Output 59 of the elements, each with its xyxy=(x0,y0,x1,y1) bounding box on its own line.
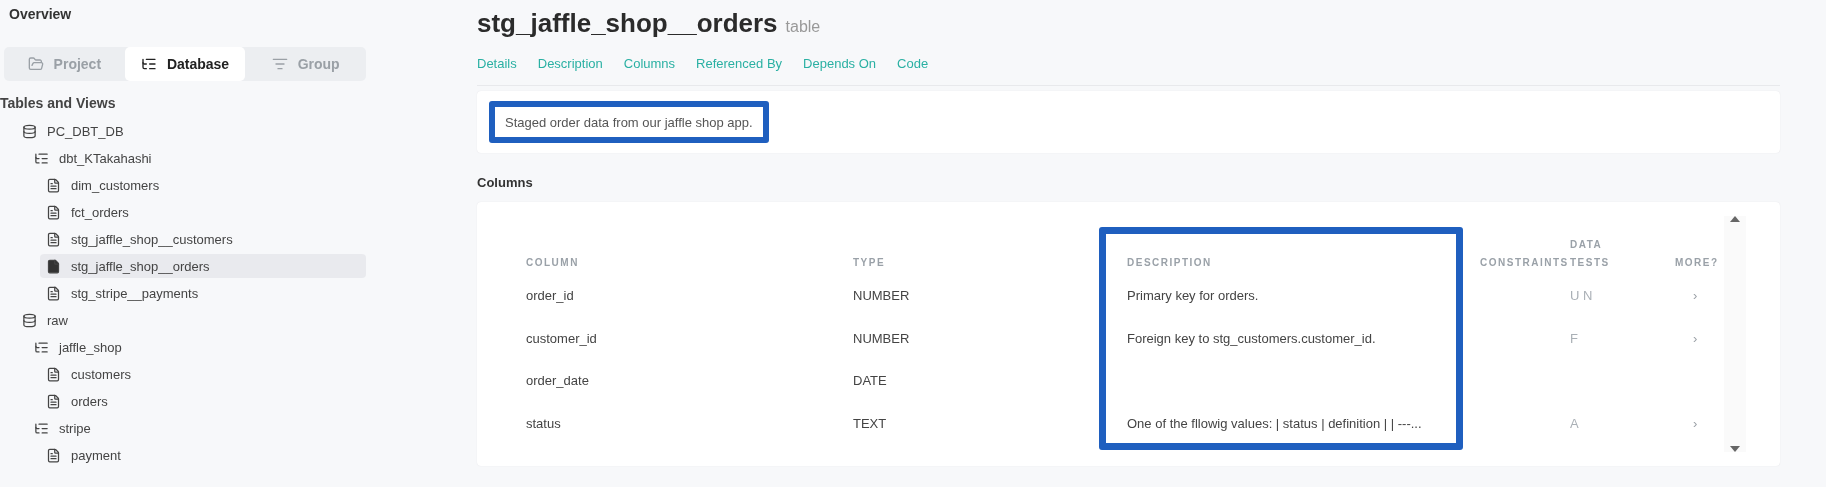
table-cell-text: One of the fllowig values: | status | definition | | ---... xyxy=(1127,415,1423,431)
table-cell-text: TEXT xyxy=(853,415,888,431)
tree-item[interactable]: stripe xyxy=(28,416,366,440)
column-header: TYPE xyxy=(853,256,887,270)
tree-item[interactable]: stg_stripe__payments xyxy=(40,281,366,305)
section-title: Columns xyxy=(477,175,534,190)
table-cell-text: status xyxy=(526,415,562,431)
description-text: Staged order data from our jaffle shop app. xyxy=(505,115,753,130)
tree-item[interactable]: payment xyxy=(40,443,366,467)
file-icon xyxy=(46,447,61,463)
scroll-down-icon[interactable] xyxy=(1730,446,1740,452)
table-cell-text: DATE xyxy=(853,373,888,388)
tree-icon xyxy=(34,420,49,436)
tree-icon xyxy=(140,56,157,72)
filter-icon xyxy=(271,56,288,72)
tree-item[interactable]: dbt_KTakahashi xyxy=(28,146,366,170)
table-cell-text: F xyxy=(1570,330,1579,346)
view-tab[interactable]: Database xyxy=(124,47,246,81)
table-cell-text: NUMBER xyxy=(853,330,911,346)
scroll-up-icon[interactable] xyxy=(1730,216,1740,222)
tree-icon xyxy=(34,339,49,355)
file-icon xyxy=(46,177,61,193)
table-cell-text: order_date xyxy=(526,373,590,388)
tree-item[interactable]: dim_customers xyxy=(40,173,366,197)
tree-item[interactable]: stg_jaffle_shop__customers xyxy=(40,227,366,251)
file-icon xyxy=(46,258,61,274)
file-icon xyxy=(46,393,61,409)
tree-item[interactable]: jaffle_shop xyxy=(28,335,366,359)
scrollbar[interactable] xyxy=(1724,216,1746,452)
tree-item[interactable]: PC_DBT_DB xyxy=(16,119,366,143)
tree-item[interactable]: stg_jaffle_shop__orders xyxy=(40,254,366,278)
folder-icon xyxy=(27,56,44,72)
table-cell-text: NUMBER xyxy=(853,288,911,303)
database-icon xyxy=(22,123,37,139)
tree-item[interactable]: customers xyxy=(40,362,366,386)
tree-icon xyxy=(34,150,49,166)
file-icon xyxy=(46,231,61,247)
table-cell-text: U N xyxy=(1570,288,1594,303)
table-cell-text: Foreign key to stg_customers.customer_id. xyxy=(1127,330,1377,346)
column-header: DESCRIPTION xyxy=(1127,256,1213,270)
tree-item[interactable]: raw xyxy=(16,308,366,332)
column-header: DATA TESTS xyxy=(1570,238,1611,270)
table-cell-text: customer_id xyxy=(526,330,598,346)
tree-item[interactable]: orders xyxy=(40,389,366,413)
tree-item[interactable]: fct_orders xyxy=(40,200,366,224)
type-label: table xyxy=(785,18,821,36)
column-header: COLUMN xyxy=(526,256,580,270)
file-icon xyxy=(46,366,61,382)
page-title: stg_jaffle_shop__orders xyxy=(477,8,778,39)
table-cell-text: Primary key for orders. xyxy=(1127,288,1260,303)
sidebar-title: Overview xyxy=(8,6,73,24)
section-title: Tables and Views xyxy=(0,95,117,113)
table-cell-text: order_id xyxy=(526,288,575,303)
table-cell-text: A xyxy=(1570,415,1580,431)
file-icon xyxy=(46,285,61,301)
file-icon xyxy=(46,204,61,220)
database-icon xyxy=(22,312,37,328)
column-header: CONSTRAINTS xyxy=(1480,256,1570,270)
column-header: MORE? xyxy=(1675,256,1715,270)
